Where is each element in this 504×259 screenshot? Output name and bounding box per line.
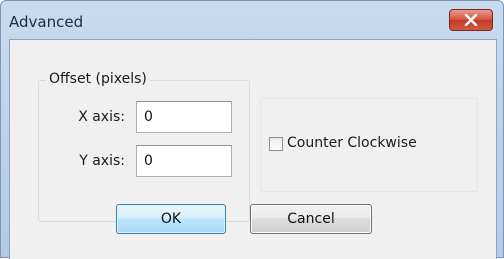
ok-button[interactable]: OK xyxy=(116,204,226,234)
x-axis-input[interactable] xyxy=(136,101,232,133)
cancel-button[interactable]: Cancel xyxy=(250,204,372,234)
rotation-options-panel: Counter Clockwise xyxy=(260,98,478,192)
window-title: Advanced xyxy=(9,13,84,31)
offset-groupbox: Offset (pixels) X axis: Y axis: xyxy=(38,71,250,222)
offset-group-label: Offset (pixels) xyxy=(46,71,150,87)
title-bar[interactable]: Advanced xyxy=(1,1,503,39)
y-axis-label: Y axis: xyxy=(79,153,125,169)
counter-clockwise-label[interactable]: Counter Clockwise xyxy=(287,135,417,151)
y-axis-input[interactable] xyxy=(136,145,232,177)
counter-clockwise-checkbox[interactable] xyxy=(269,137,283,151)
close-x-icon xyxy=(464,14,478,26)
x-axis-label: X axis: xyxy=(78,109,125,125)
dialog-client-area: Offset (pixels) X axis: Y axis: Counter … xyxy=(9,39,497,259)
dialog-window: Advanced Offset (pixels) X axis: Y axis:… xyxy=(0,0,504,259)
close-button[interactable] xyxy=(449,9,493,31)
